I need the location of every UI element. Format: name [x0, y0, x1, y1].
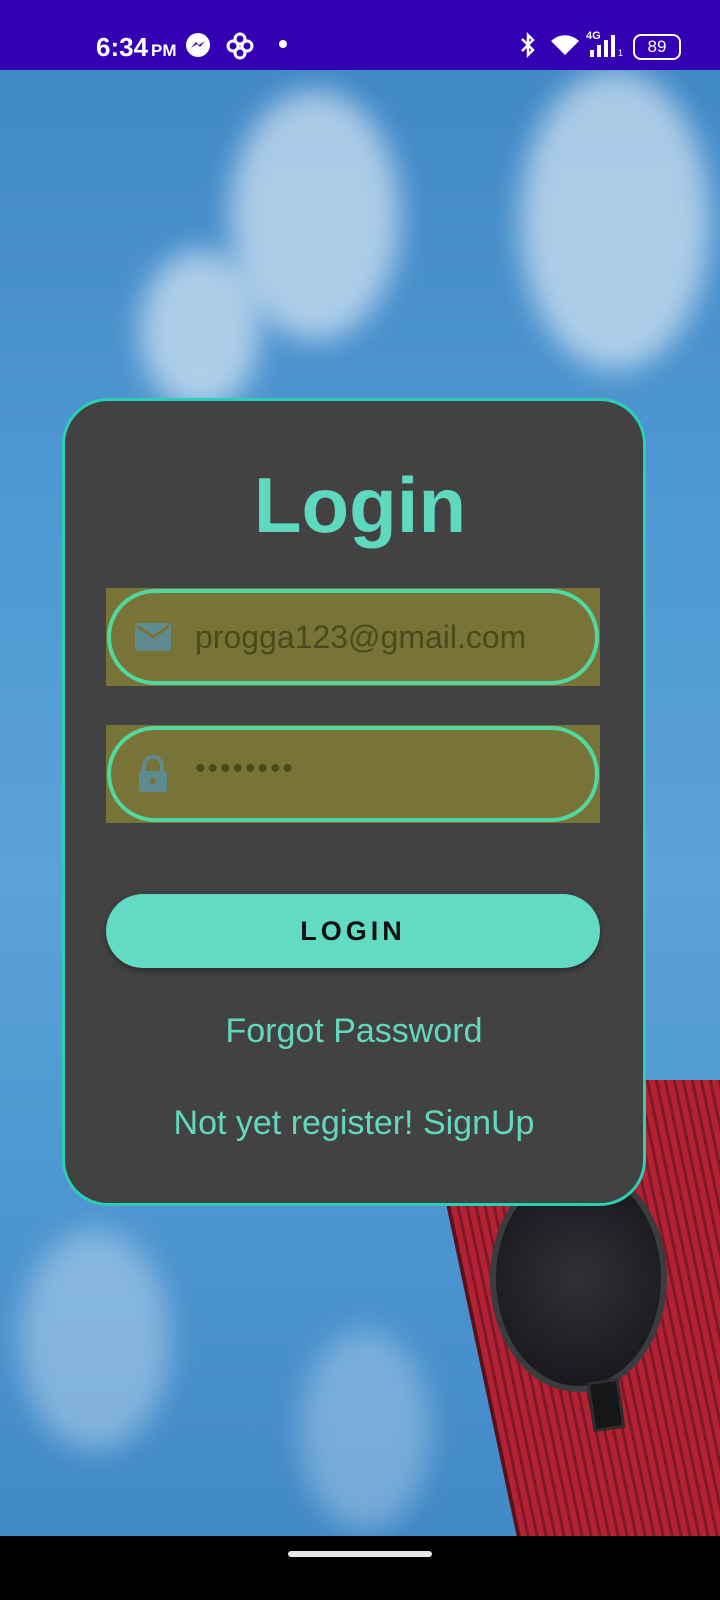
svg-text:1: 1: [618, 48, 623, 58]
cloud: [140, 250, 260, 410]
mail-icon: [135, 623, 171, 651]
email-input[interactable]: progga123@gmail.com: [195, 619, 526, 656]
login-screen: 6:34 PM 4G 1 89 Login progga123@gmail.co…: [0, 0, 720, 1600]
status-time: 6:34 PM: [96, 32, 177, 63]
forgot-password-link[interactable]: Forgot Password: [62, 1012, 646, 1051]
password-input[interactable]: ••••••••: [195, 752, 295, 786]
messenger-icon: [186, 33, 210, 57]
battery-icon: 89: [633, 34, 681, 60]
login-button[interactable]: LOGIN: [106, 894, 600, 968]
status-time-ampm: PM: [151, 41, 177, 60]
password-field[interactable]: ••••••••: [107, 726, 599, 822]
dot-icon: [279, 40, 287, 48]
wifi-icon: [551, 35, 579, 55]
bluetooth-icon: [521, 31, 535, 59]
cloud: [520, 70, 710, 370]
status-bar: 6:34 PM 4G 1 89: [0, 0, 720, 70]
navigation-bar: [0, 1536, 720, 1600]
status-time-value: 6:34: [96, 32, 149, 62]
home-gesture-bar[interactable]: [288, 1551, 432, 1557]
lock-icon: [139, 755, 167, 792]
signup-link[interactable]: Not yet register! SignUp: [62, 1104, 646, 1143]
tower-lantern: [586, 1378, 626, 1432]
login-title: Login: [253, 461, 467, 549]
pinwheel-icon: [226, 32, 254, 60]
signal-icon: 1: [590, 35, 623, 58]
cloud: [300, 1330, 430, 1530]
cloud: [20, 1230, 170, 1450]
email-field[interactable]: progga123@gmail.com: [107, 589, 599, 685]
